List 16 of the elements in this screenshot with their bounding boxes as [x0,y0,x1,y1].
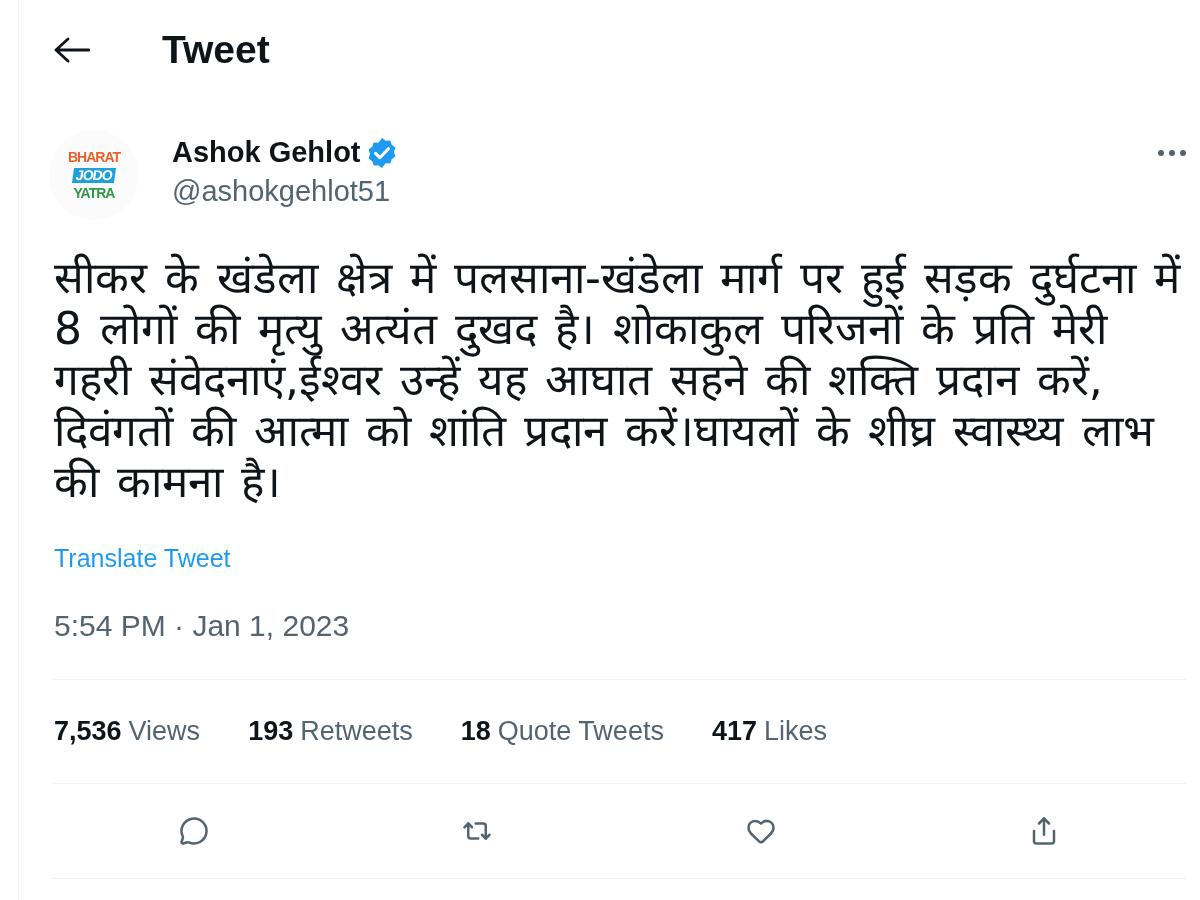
page-title: Tweet [162,28,270,72]
stat-link[interactable]: 417 Likes [711,716,827,747]
author-handle[interactable]: @ashokgehlot51 [172,175,391,208]
back-button[interactable] [54,37,90,63]
logo-text: JODO [72,167,116,183]
logo-text: BHARAT [66,149,122,165]
stat-link[interactable]: 7,536 Views [54,716,201,747]
logo-text: YATRA [72,185,116,201]
author-name[interactable]: Ashok Gehlot [172,136,361,169]
more-icon [1158,150,1186,156]
stat-link[interactable]: 193 Retweets [248,716,413,747]
stat-link[interactable]: 18 Quote Tweets [460,716,664,747]
speech-bubble-icon [178,816,209,846]
tweet-text: सीकर के खंडेला क्षेत्र में पलसाना-खंडेला मार्ग पर हुई सड़क दुर्घटना में 8 लोगों की मृत्यु अत्यंत दुखद है। शोकाकुल परिजनों के प्रति मेरी गहरी संवेदनाएं,ईश्वर उन्हें यह आघात सहने की शक्ति प्रदान करें, दिवंगतों की आत्मा को शांति प्रदान करें।घायलों के शीघ्र स्वास्थ्य लाभ की कामना है। [54,252,1182,507]
tweet-timestamp[interactable]: 5:54 PM · Jan 1, 2023 [54,609,350,643]
back-arrow-icon [54,37,90,63]
